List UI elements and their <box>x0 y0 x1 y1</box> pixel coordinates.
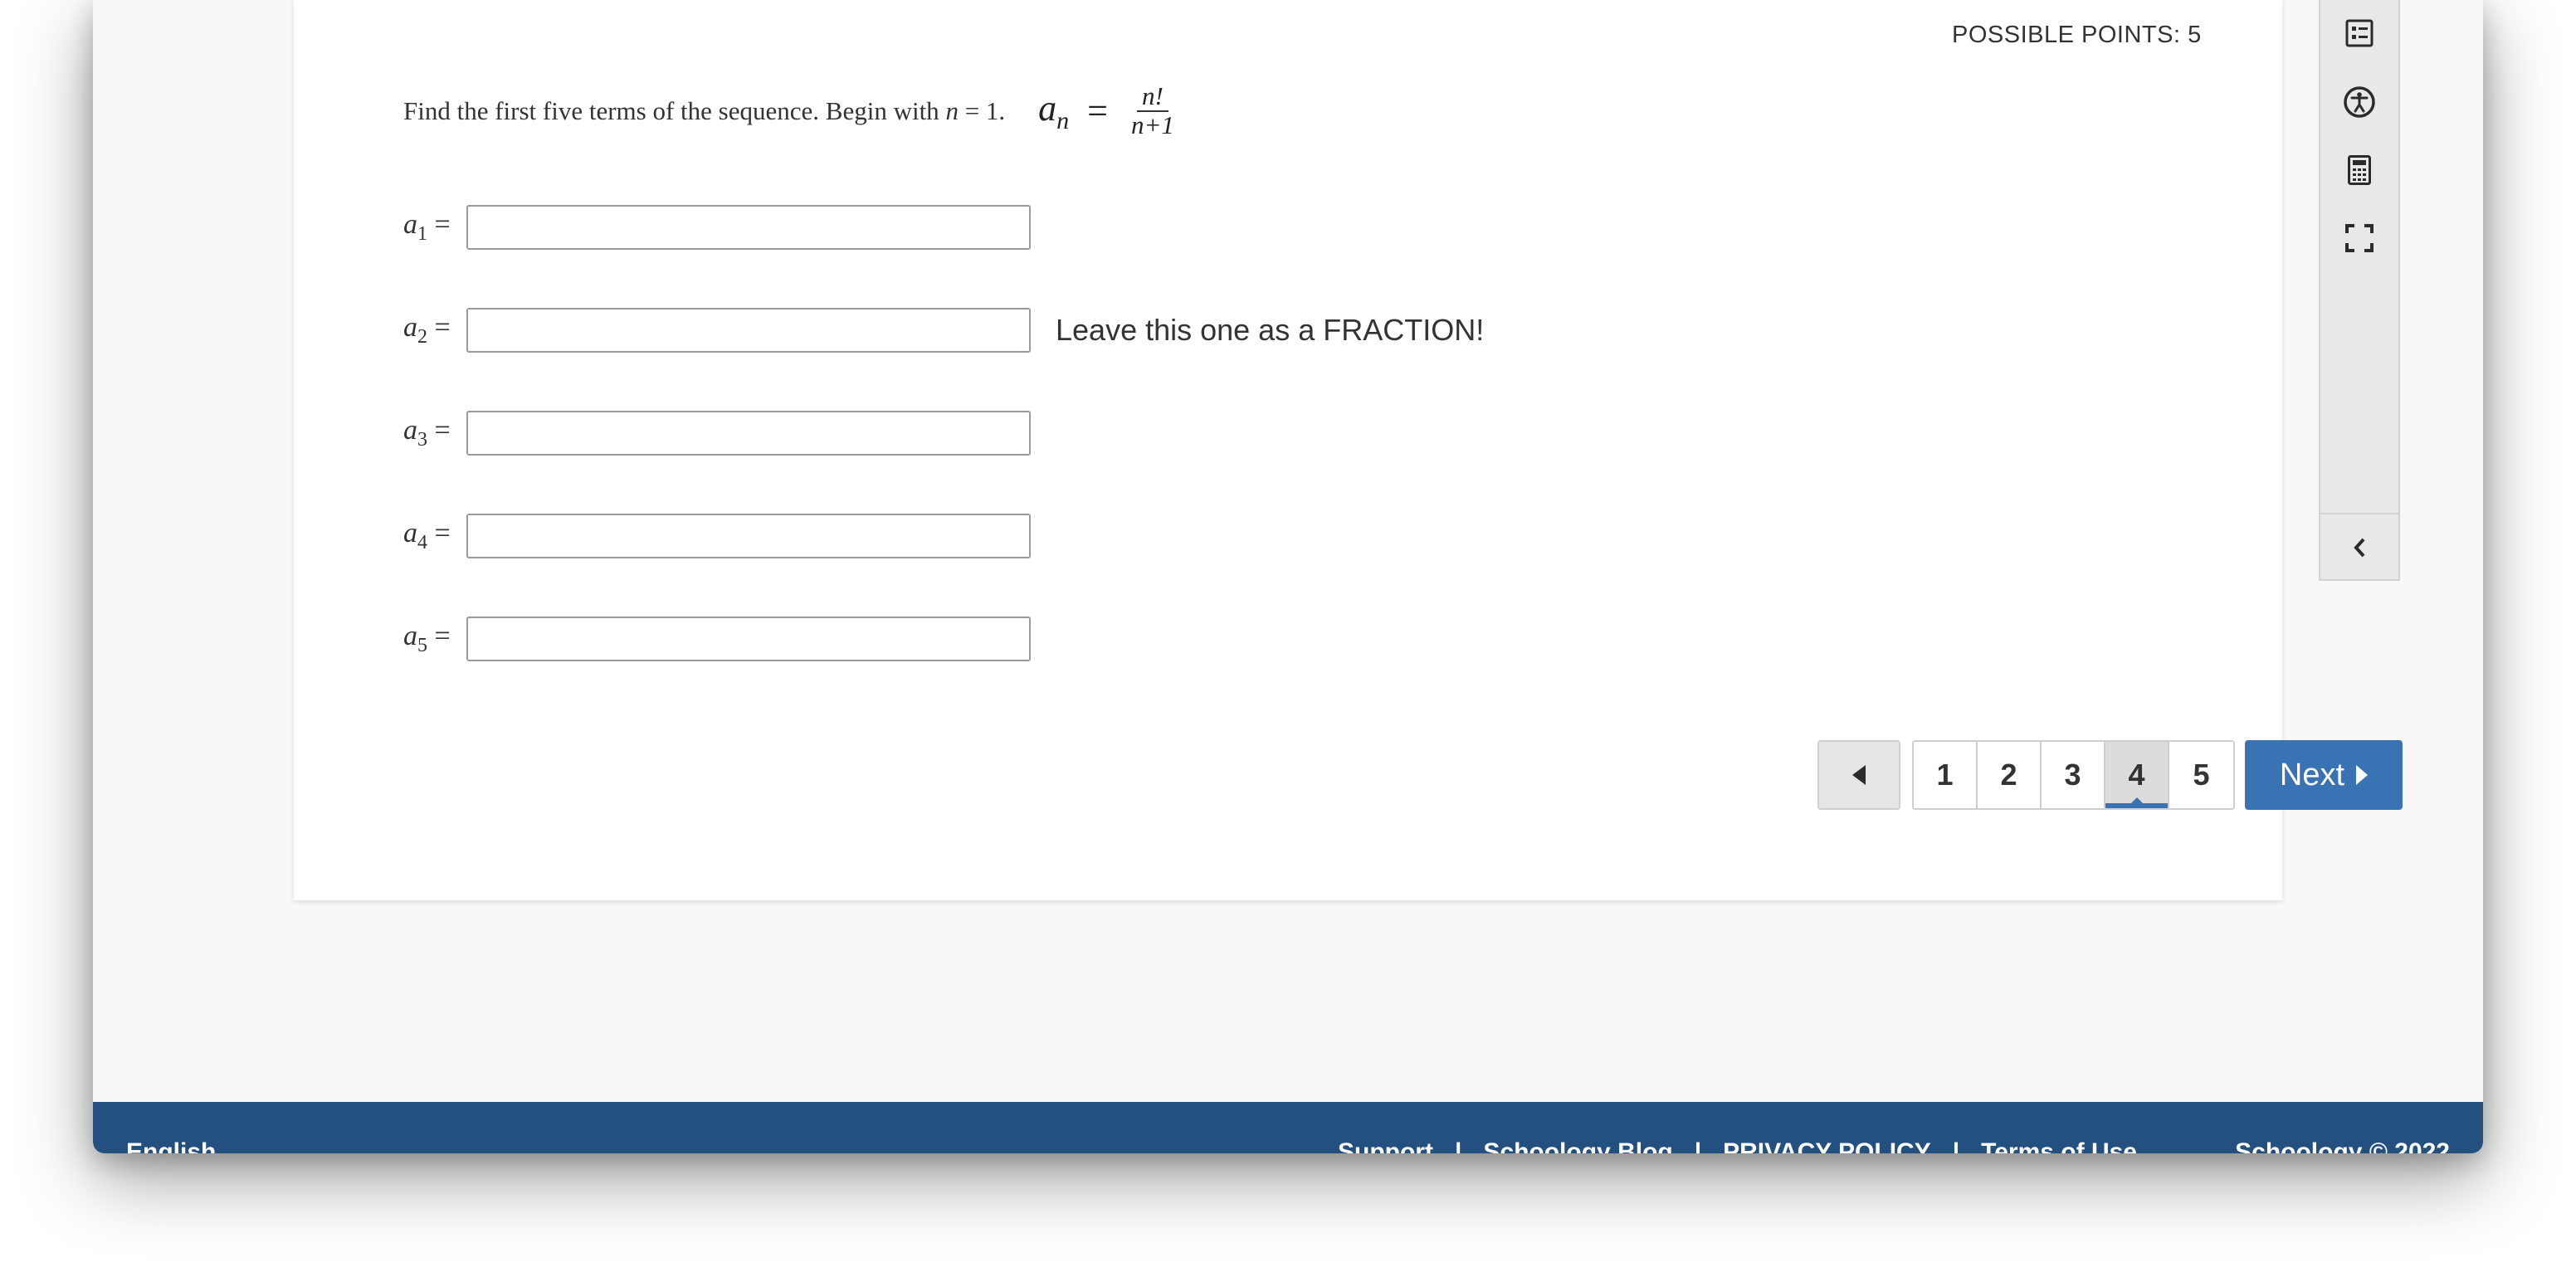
question-prompt: Find the first five terms of the sequenc… <box>403 82 1179 139</box>
site-footer: English Support | Schoology Blog | PRIVACY P… <box>93 1102 2483 1153</box>
caret-left-icon <box>1852 765 1866 785</box>
answer-row-3: a3 = <box>403 407 1031 459</box>
next-label: Next <box>2279 757 2345 792</box>
formula-numerator: n! <box>1137 82 1168 112</box>
formula-fraction: n! n+1 <box>1126 82 1179 139</box>
footer-link-blog[interactable]: Schoology Blog <box>1483 1138 1672 1153</box>
language-selector[interactable]: English <box>126 1138 216 1153</box>
app-window: POSSIBLE POINTS: 5 Find the first five t… <box>93 0 2483 1153</box>
page-4-current[interactable]: 4 <box>2105 742 2169 808</box>
copyright: Schoology © 2022 <box>2235 1138 2450 1153</box>
question-card: POSSIBLE POINTS: 5 Find the first five t… <box>294 0 2403 900</box>
answer-input-2[interactable] <box>466 308 1031 353</box>
page-numbers: 1 2 3 4 5 <box>1912 740 2235 810</box>
footer-link-terms[interactable]: Terms of Use <box>1981 1138 2137 1153</box>
chevron-left-icon <box>2354 538 2365 558</box>
answer-label: a2 = <box>403 312 451 348</box>
question-pagination: 1 2 3 4 5 Next <box>1817 740 2403 810</box>
answer-label: a3 = <box>403 415 451 451</box>
page-2[interactable]: 2 <box>1978 742 2042 808</box>
answer-input-5[interactable] <box>466 617 1031 661</box>
footer-separator: | <box>1454 1138 1462 1153</box>
tools-sidebar <box>2319 0 2400 581</box>
formula-sub: n <box>1056 106 1070 134</box>
formula-equals: = <box>1087 90 1108 132</box>
sequence-formula: an = n! n+1 <box>1038 82 1179 139</box>
collapse-sidebar-button[interactable] <box>2320 513 2398 581</box>
accessibility-icon[interactable] <box>2320 77 2398 127</box>
answer-row-2: a2 = Leave this one as a FRACTION! <box>403 305 1484 356</box>
prompt-value: 1. <box>985 95 1006 125</box>
formula-var: a <box>1038 87 1057 129</box>
next-button[interactable]: Next <box>2245 740 2403 810</box>
answer-label: a5 = <box>403 621 451 656</box>
footer-separator: | <box>1694 1138 1702 1153</box>
answer-row-1: a1 = <box>403 202 1031 253</box>
answer-input-1[interactable] <box>466 205 1031 250</box>
answer-label: a1 = <box>403 209 451 245</box>
footer-links: Support | Schoology Blog | PRIVACY POLICY | Te… <box>1338 1138 2137 1153</box>
answer-row-5: a5 = <box>403 613 1031 665</box>
page-5[interactable]: 5 <box>2169 742 2233 808</box>
answer-row-4: a4 = <box>403 510 1031 562</box>
answer-label: a4 = <box>403 518 451 553</box>
page-3[interactable]: 3 <box>2042 742 2105 808</box>
answer-input-3[interactable] <box>466 411 1031 456</box>
calculator-icon[interactable] <box>2320 145 2398 195</box>
fullscreen-icon[interactable] <box>2320 213 2398 263</box>
formula-denominator: n+1 <box>1131 110 1174 139</box>
caret-right-icon <box>2356 765 2369 785</box>
previous-button[interactable] <box>1817 740 1900 810</box>
question-list-icon[interactable] <box>2320 8 2398 58</box>
prompt-variable: n <box>945 95 959 125</box>
possible-points: POSSIBLE POINTS: 5 <box>1952 22 2202 48</box>
prompt-text: Find the first five terms of the sequenc… <box>403 95 946 125</box>
footer-separator: | <box>1952 1138 1960 1153</box>
prompt-equals: = <box>958 95 986 125</box>
footer-link-support[interactable]: Support <box>1338 1138 1433 1153</box>
answer-input-4[interactable] <box>466 514 1031 558</box>
footer-link-privacy[interactable]: PRIVACY POLICY <box>1723 1138 1931 1153</box>
formula-lhs: an <box>1038 87 1069 135</box>
page-1[interactable]: 1 <box>1914 742 1978 808</box>
fraction-hint: Leave this one as a FRACTION! <box>1056 313 1485 347</box>
